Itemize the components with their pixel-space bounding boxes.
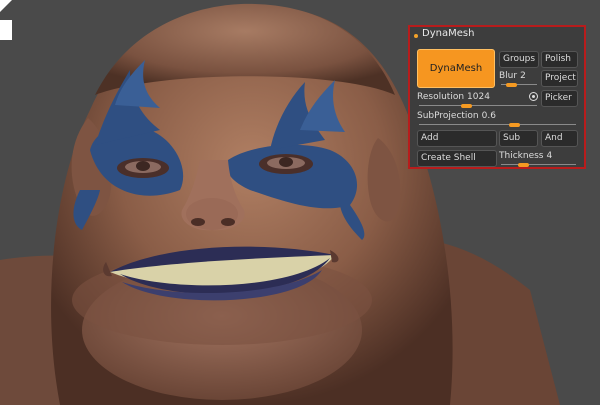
- thickness-track: [501, 164, 576, 165]
- blur-knob[interactable]: [506, 83, 517, 87]
- blur-label: Blur: [499, 71, 518, 81]
- panel-title: DynaMesh: [422, 28, 475, 39]
- resolution-label: Resolution: [417, 92, 465, 102]
- thickness-knob[interactable]: [517, 163, 529, 167]
- thickness-label: Thickness: [499, 151, 544, 161]
- project-button[interactable]: Project: [541, 70, 578, 87]
- panel-collapse-dot-icon[interactable]: [414, 34, 418, 38]
- dynamesh-button[interactable]: DynaMesh: [417, 49, 495, 88]
- sub-button[interactable]: Sub: [499, 130, 538, 147]
- thickness-value: 4: [546, 151, 553, 161]
- blur-slider[interactable]: Blur 2: [499, 69, 539, 87]
- subprojection-label: SubProjection: [417, 111, 479, 121]
- groups-button[interactable]: Groups: [499, 51, 539, 68]
- add-button[interactable]: Add: [417, 130, 497, 147]
- subprojection-slider[interactable]: SubProjection 0.6: [417, 109, 578, 127]
- dynamesh-panel: DynaMesh DynaMesh Groups Polish Blur 2 Pr…: [408, 25, 586, 169]
- resolution-track: [419, 105, 537, 106]
- resolution-slider[interactable]: Resolution 1024: [417, 90, 539, 108]
- polish-button[interactable]: Polish: [541, 51, 578, 68]
- panel-header[interactable]: DynaMesh: [410, 27, 584, 45]
- subprojection-track: [419, 124, 576, 125]
- radio-target-icon[interactable]: [529, 92, 538, 101]
- thickness-slider[interactable]: Thickness 4: [499, 149, 578, 167]
- subprojection-value: 0.6: [481, 111, 496, 121]
- resolution-knob[interactable]: [460, 104, 472, 108]
- picker-button[interactable]: Picker: [541, 90, 578, 107]
- resolution-value: 1024: [467, 92, 490, 102]
- create-shell-button[interactable]: Create Shell: [417, 150, 497, 167]
- and-button[interactable]: And: [541, 130, 578, 147]
- blur-value: 2: [520, 71, 526, 81]
- white-bracket-icon: [0, 0, 12, 40]
- subprojection-knob[interactable]: [508, 123, 520, 127]
